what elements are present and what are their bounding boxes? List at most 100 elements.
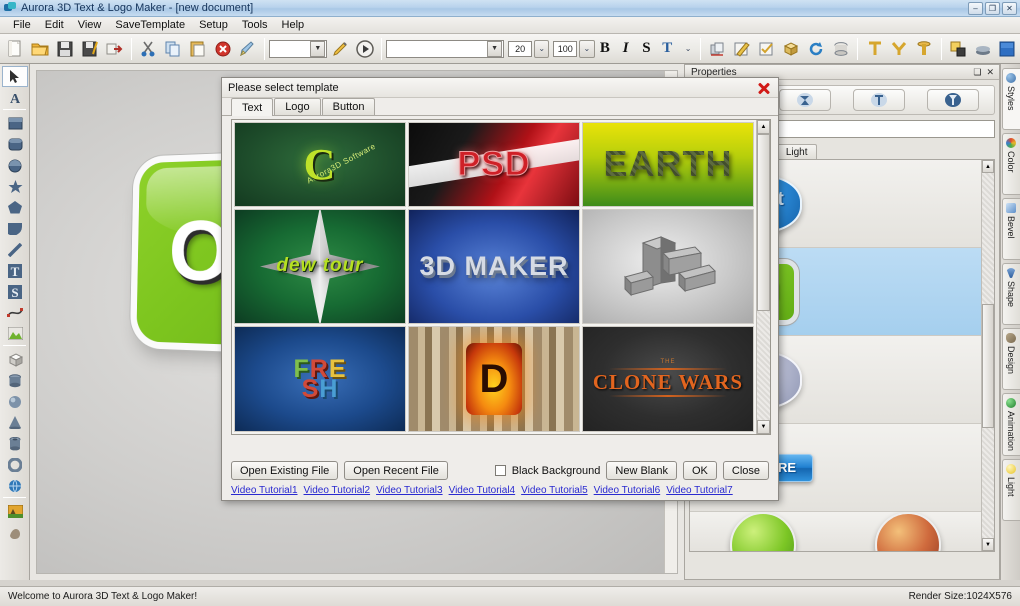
menu-item-file[interactable]: File xyxy=(6,18,38,32)
menu-item-setup[interactable]: Setup xyxy=(192,18,235,32)
background-button[interactable] xyxy=(996,37,1019,61)
cone-tool[interactable] xyxy=(2,412,28,433)
video-tutorial-4-link[interactable]: Video Tutorial4 xyxy=(449,485,516,496)
style-item-light-circle[interactable]: Light xyxy=(690,512,836,552)
rail-tab-styles[interactable]: Styles xyxy=(1002,68,1020,130)
globe-tool[interactable] xyxy=(2,475,28,496)
rail-tab-shape[interactable]: Shape xyxy=(1002,263,1020,325)
video-tutorial-7-link[interactable]: Video Tutorial7 xyxy=(666,485,733,496)
video-tutorial-5-link[interactable]: Video Tutorial5 xyxy=(521,485,588,496)
scene-tool[interactable] xyxy=(2,501,28,522)
open-recent-file-button[interactable]: Open Recent File xyxy=(344,461,448,480)
bold-button[interactable]: B xyxy=(595,38,616,60)
template-c-green[interactable]: C Aurora3D Software xyxy=(234,122,406,207)
shape-t-tool[interactable]: T xyxy=(2,260,28,281)
style-item-empty-2[interactable] xyxy=(836,248,982,336)
star-tool[interactable] xyxy=(2,176,28,197)
italic-button[interactable]: I xyxy=(615,38,636,60)
template-fresh[interactable]: FRE SH xyxy=(234,326,406,432)
edit-pencil-button[interactable] xyxy=(328,37,351,61)
black-background-checkbox[interactable] xyxy=(495,465,506,476)
edit-shape-button[interactable] xyxy=(730,37,753,61)
menu-item-savetemplate[interactable]: SaveTemplate xyxy=(108,18,192,32)
scroll-down-icon[interactable]: ▼ xyxy=(757,420,770,434)
shape-s-tool[interactable]: S xyxy=(2,281,28,302)
rotate-button[interactable] xyxy=(805,37,828,61)
scroll-up-icon[interactable]: ▲ xyxy=(757,120,770,134)
select-tool[interactable] xyxy=(2,66,28,87)
rail-tab-light[interactable]: Light xyxy=(1002,459,1020,521)
cylinder-button[interactable] xyxy=(830,37,853,61)
font-size-input[interactable]: 20 xyxy=(508,41,532,57)
play-button[interactable] xyxy=(353,37,376,61)
edit-shape2-button[interactable] xyxy=(755,37,778,61)
style-item-empty-1[interactable] xyxy=(836,160,982,248)
rail-tab-design[interactable]: Design xyxy=(1002,328,1020,390)
template-silver-blocks[interactable] xyxy=(582,209,754,325)
image-tool[interactable] xyxy=(2,323,28,344)
object-button[interactable] xyxy=(706,37,729,61)
save-button[interactable] xyxy=(54,37,77,61)
more-formats-button[interactable]: ⌄ xyxy=(681,40,696,58)
polygon-tool[interactable] xyxy=(2,197,28,218)
close-button[interactable]: Close xyxy=(723,461,769,480)
video-tutorial-2-link[interactable]: Video Tutorial2 xyxy=(304,485,371,496)
paste-button[interactable] xyxy=(186,37,209,61)
menu-item-tools[interactable]: Tools xyxy=(235,18,275,32)
style-gallery-scrollbar[interactable]: ▲ ▼ xyxy=(981,160,994,551)
font-size-spinner[interactable]: ⌄ xyxy=(534,40,549,58)
cube-tool[interactable] xyxy=(2,349,28,370)
dialog-tab-button[interactable]: Button xyxy=(322,98,376,115)
scrollbar-track[interactable] xyxy=(982,173,994,538)
opacity-spinner[interactable]: ⌄ xyxy=(579,40,594,58)
style-item-empty-4[interactable] xyxy=(836,424,982,512)
new-document-button[interactable] xyxy=(4,37,27,61)
text-shape-d-button[interactable] xyxy=(927,89,979,111)
text-tool[interactable]: A xyxy=(2,87,28,108)
font-combo[interactable]: ▼ xyxy=(386,40,504,58)
rounded-rect-tool[interactable] xyxy=(2,134,28,155)
cube-button[interactable] xyxy=(780,37,803,61)
minimize-button[interactable]: – xyxy=(968,2,983,15)
rail-tab-animation[interactable]: Animation xyxy=(1002,393,1020,456)
tube-tool[interactable] xyxy=(2,433,28,454)
scroll-down-icon[interactable]: ▼ xyxy=(982,538,994,551)
export-button[interactable] xyxy=(103,37,126,61)
chevron-down-icon[interactable]: ▼ xyxy=(487,41,502,57)
dialog-close-icon[interactable] xyxy=(756,80,772,96)
chevron-down-icon[interactable]: ▼ xyxy=(310,41,325,57)
open-folder-button[interactable] xyxy=(29,37,52,61)
rail-tab-bevel[interactable]: Bevel xyxy=(1002,198,1020,260)
rect-tool[interactable] xyxy=(2,113,28,134)
template-dew-tour[interactable]: dew tour xyxy=(234,209,406,325)
line-tool[interactable] xyxy=(2,239,28,260)
save-as-button[interactable] xyxy=(78,37,101,61)
style-item-empty-3[interactable] xyxy=(836,336,982,424)
shadow-plane-button[interactable] xyxy=(971,37,994,61)
video-tutorial-1-link[interactable]: Video Tutorial1 xyxy=(231,485,298,496)
cut-button[interactable] xyxy=(137,37,160,61)
cylinder-tool[interactable] xyxy=(2,370,28,391)
brush-button[interactable] xyxy=(236,37,259,61)
hand-tool[interactable] xyxy=(2,522,28,543)
template-psd-red[interactable]: PSD xyxy=(408,122,580,207)
scrollbar-track[interactable] xyxy=(757,134,770,420)
dialog-tab-logo[interactable]: Logo xyxy=(274,98,320,115)
maximize-button[interactable]: ❐ xyxy=(985,2,1000,15)
text-shape-b-button[interactable] xyxy=(779,89,831,111)
properties-float-button[interactable]: ❏ xyxy=(973,67,981,78)
video-tutorial-3-link[interactable]: Video Tutorial3 xyxy=(376,485,443,496)
torus-tool[interactable] xyxy=(2,454,28,475)
template-grid-scrollbar[interactable]: ▲ ▼ xyxy=(756,120,770,434)
dialog-tab-text[interactable]: Text xyxy=(231,98,273,116)
ellipse-tool[interactable] xyxy=(2,155,28,176)
style-combo[interactable]: ▼ xyxy=(269,40,328,58)
text-shape-c-button[interactable] xyxy=(853,89,905,111)
delete-button[interactable] xyxy=(211,37,234,61)
copy-button[interactable] xyxy=(162,37,185,61)
style-item-sun-circle[interactable]: Sun xyxy=(836,512,982,552)
shadow-button[interactable]: S xyxy=(636,38,657,60)
close-button[interactable]: ✕ xyxy=(1002,2,1017,15)
ok-button[interactable]: OK xyxy=(683,461,717,480)
open-existing-file-button[interactable]: Open Existing File xyxy=(231,461,338,480)
